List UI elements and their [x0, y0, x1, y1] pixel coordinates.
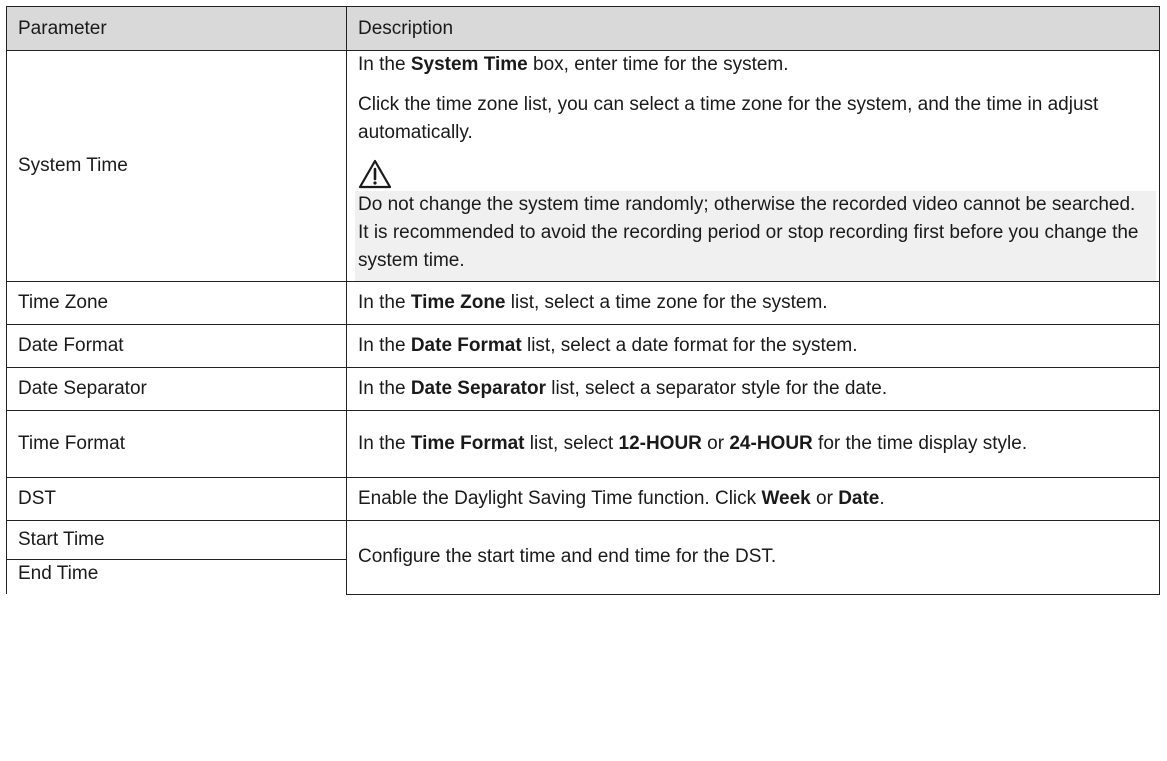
table-row-system-time: System Time In the System Time box, ente…: [6, 50, 1160, 282]
desc-line: In the System Time box, enter time for t…: [358, 54, 789, 75]
desc-system-time: In the System Time box, enter time for t…: [346, 50, 1160, 282]
desc-line: Click the time zone list, you can select…: [358, 94, 1099, 143]
table-row-time-format: Time Format In the Time Format list, sel…: [6, 410, 1160, 478]
desc-time-zone: In the Time Zone list, select a time zon…: [346, 281, 1160, 325]
table-row-start-time: Start Time Configure the start time and …: [6, 520, 1160, 595]
table-row-dst: DST Enable the Daylight Saving Time func…: [6, 477, 1160, 521]
parameter-table: Parameter Description System Time In the…: [6, 6, 1160, 595]
param-time-zone: Time Zone: [6, 281, 347, 325]
warning-triangle-icon: [358, 159, 392, 189]
param-dst: DST: [6, 477, 347, 521]
param-system-time: System Time: [6, 50, 347, 282]
table-row-date-format: Date Format In the Date Format list, sel…: [6, 324, 1160, 368]
table-row-time-zone: Time Zone In the Time Zone list, select …: [6, 281, 1160, 325]
param-time-format: Time Format: [6, 410, 347, 478]
param-start-time: Start Time: [6, 520, 347, 560]
header-parameter: Parameter: [6, 6, 347, 51]
desc-dst: Enable the Daylight Saving Time function…: [346, 477, 1160, 521]
param-end-time: End Time: [6, 559, 347, 594]
table-row-date-separator: Date Separator In the Date Separator lis…: [6, 367, 1160, 411]
table-header-row: Parameter Description: [6, 6, 1160, 51]
param-date-separator: Date Separator: [6, 367, 347, 411]
param-date-format: Date Format: [6, 324, 347, 368]
warning-note: Do not change the system time randomly; …: [355, 191, 1156, 281]
desc-date-separator: In the Date Separator list, select a sep…: [346, 367, 1160, 411]
desc-start-end-time: Configure the start time and end time fo…: [346, 520, 1160, 595]
desc-time-format: In the Time Format list, select 12-HOUR …: [346, 410, 1160, 478]
desc-date-format: In the Date Format list, select a date f…: [346, 324, 1160, 368]
header-description: Description: [346, 6, 1160, 51]
